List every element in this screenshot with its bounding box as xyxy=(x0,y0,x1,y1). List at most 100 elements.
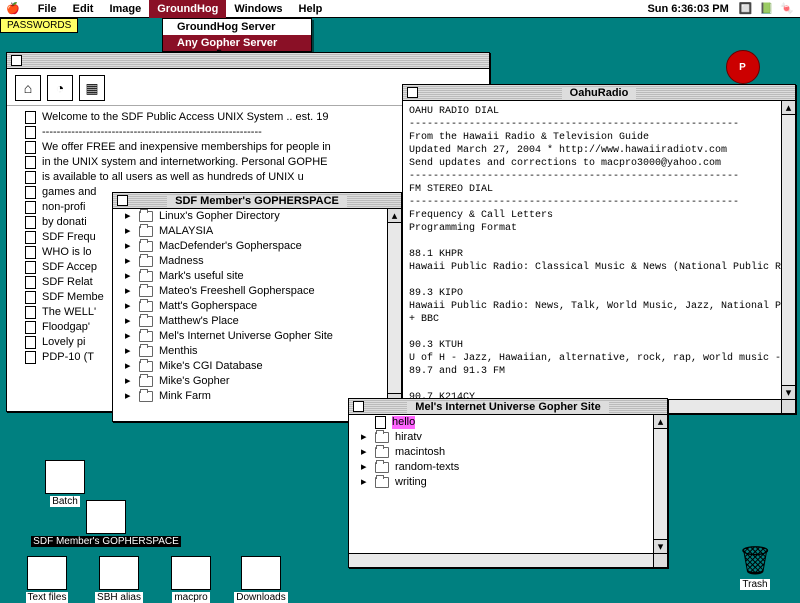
scroll-up-icon[interactable]: ▴ xyxy=(782,101,795,115)
disclosure-triangle-icon[interactable]: ▸ xyxy=(125,240,133,253)
window-oahu-radio[interactable]: OahuRadio OAHU RADIO DIAL --------------… xyxy=(402,84,796,414)
titlebar[interactable]: SDF Member's GOPHERSPACE xyxy=(113,193,401,209)
disclosure-triangle-icon[interactable]: ▸ xyxy=(361,431,369,444)
list-item-label: Mike's CGI Database xyxy=(159,360,263,373)
disclosure-triangle-icon[interactable]: ▸ xyxy=(125,330,133,343)
scroll-up-icon[interactable]: ▴ xyxy=(388,209,401,223)
scroll-up-icon[interactable]: ▴ xyxy=(654,415,667,429)
folder-icon xyxy=(139,316,153,327)
window-mels-gopher[interactable]: Mel's Internet Universe Gopher Site hell… xyxy=(348,398,668,568)
desktop-icon[interactable]: Text files xyxy=(12,556,82,603)
scrollbar-vertical[interactable]: ▴ ▾ xyxy=(387,209,401,407)
disclosure-triangle-icon[interactable]: ▸ xyxy=(125,345,133,358)
tray-icon[interactable]: 📗 xyxy=(760,3,774,15)
list-item[interactable]: ▸hiratv xyxy=(349,430,667,445)
scrollbar-vertical[interactable]: ▴ ▾ xyxy=(653,415,667,553)
menu-groundhog[interactable]: GroundHog xyxy=(149,0,226,18)
toolbar-button[interactable]: ⌂ xyxy=(15,75,41,101)
toolbar-button[interactable]: ▦ xyxy=(79,75,105,101)
list-item[interactable]: ▸MALAYSIA xyxy=(113,224,401,239)
list-item[interactable]: ▸ Mike's Gopher xyxy=(113,374,401,389)
list-item[interactable]: ▸Mark's useful site xyxy=(113,269,401,284)
desktop-icon[interactable]: macpro xyxy=(156,556,226,603)
desktop-icon-image xyxy=(99,556,139,590)
titlebar[interactable]: Mel's Internet Universe Gopher Site xyxy=(349,399,667,415)
menu-image[interactable]: Image xyxy=(101,0,149,18)
document-icon xyxy=(25,141,36,154)
toolbar-button[interactable]: ◔ xyxy=(47,75,73,101)
passwords-strip[interactable]: PASSWORDS xyxy=(0,18,78,33)
close-button[interactable] xyxy=(11,55,22,66)
trash-icon[interactable]: 🗑 Trash xyxy=(720,544,790,590)
tray-icon[interactable]: 🔲 xyxy=(739,3,753,15)
list-item[interactable]: ▸Menthis xyxy=(113,344,401,359)
disclosure-triangle-icon[interactable]: ▸ xyxy=(361,476,369,489)
list-item[interactable]: ▸Madness xyxy=(113,254,401,269)
scrollbar-vertical[interactable]: ▴ ▾ xyxy=(781,101,795,399)
menu-help[interactable]: Help xyxy=(291,0,331,18)
disclosure-triangle-icon[interactable]: ▸ xyxy=(125,390,133,403)
list-item[interactable]: ▸ macintosh xyxy=(349,445,667,460)
disclosure-triangle-icon[interactable]: ▸ xyxy=(125,210,133,223)
list-item-label: SDF Relat xyxy=(42,276,93,289)
list-item-label: Mike's Gopher xyxy=(159,375,230,388)
menu-bar: 🍎 File Edit Image GroundHog Windows Help… xyxy=(0,0,800,18)
dropdown-item-groundhog-server[interactable]: GroundHog Server xyxy=(163,19,311,35)
document-icon xyxy=(25,306,36,319)
window-gopherspace[interactable]: SDF Member's GOPHERSPACE ▸Linux's Gopher… xyxy=(112,192,402,422)
close-button[interactable] xyxy=(407,87,418,98)
disclosure-triangle-icon[interactable]: ▸ xyxy=(361,461,369,474)
apple-menu-icon[interactable]: 🍎 xyxy=(6,2,20,15)
close-button[interactable] xyxy=(353,401,364,412)
dropdown-item-any-gopher-server[interactable]: Any Gopher Server xyxy=(163,35,311,51)
list-item[interactable]: ▸Matthew's Place xyxy=(113,314,401,329)
list-item[interactable]: ▸MacDefender's Gopherspace xyxy=(113,239,401,254)
document-icon xyxy=(25,216,36,229)
disclosure-triangle-icon[interactable]: ▸ xyxy=(361,446,369,459)
folder-icon xyxy=(375,432,389,443)
list-item[interactable]: ▸Matt's Gopherspace xyxy=(113,299,401,314)
desktop-icon[interactable]: SDF Member's GOPHERSPACE xyxy=(6,500,206,547)
list-item[interactable]: ▸Mel's Internet Universe Gopher Site xyxy=(113,329,401,344)
resize-handle[interactable] xyxy=(653,553,667,567)
list-item[interactable]: ▸ Mateo's Freeshell Gopherspace xyxy=(113,284,401,299)
list-item[interactable]: ▸Linux's Gopher Directory xyxy=(113,209,401,224)
tray-icon[interactable]: 🍬 xyxy=(780,3,794,15)
list-item[interactable]: ▸ writing xyxy=(349,475,667,490)
scroll-down-icon[interactable]: ▾ xyxy=(654,539,667,553)
disclosure-triangle-icon[interactable]: ▸ xyxy=(125,255,133,268)
disclosure-triangle-icon[interactable]: ▸ xyxy=(125,315,133,328)
disclosure-triangle-icon[interactable]: ▸ xyxy=(125,225,133,238)
window-content: OAHU RADIO DIAL ------------------------… xyxy=(403,101,795,421)
desktop-icon[interactable]: Downloads xyxy=(226,556,296,603)
document-icon xyxy=(25,201,36,214)
scrollbar-horizontal[interactable] xyxy=(349,553,653,567)
disclosure-triangle-icon[interactable]: ▸ xyxy=(125,375,133,388)
disclosure-triangle-icon[interactable]: ▸ xyxy=(125,285,133,298)
trash-glyph: 🗑 xyxy=(720,544,790,577)
list-item-label: writing xyxy=(395,476,427,489)
menu-tray[interactable]: 🔲 📗 🍬 xyxy=(735,2,794,15)
menu-file[interactable]: File xyxy=(30,0,65,18)
scroll-down-icon[interactable]: ▾ xyxy=(782,385,795,399)
desktop-icon-label: SDF Member's GOPHERSPACE xyxy=(31,536,181,547)
desktop-icon[interactable]: SBH alias xyxy=(84,556,154,603)
menu-clock[interactable]: Sun 6:36:03 PM xyxy=(641,3,734,15)
menu-edit[interactable]: Edit xyxy=(65,0,102,18)
disclosure-triangle-icon[interactable]: ▸ xyxy=(125,360,133,373)
resize-handle[interactable] xyxy=(781,399,795,413)
titlebar[interactable]: OahuRadio xyxy=(403,85,795,101)
list-item-label: macintosh xyxy=(395,446,445,459)
list-item[interactable]: ▸ Mike's CGI Database xyxy=(113,359,401,374)
titlebar[interactable] xyxy=(7,53,489,69)
list-item-label: Welcome to the SDF Public Access UNIX Sy… xyxy=(42,111,329,124)
list-item-label: Mateo's Freeshell Gopherspace xyxy=(159,285,315,298)
menu-windows[interactable]: Windows xyxy=(226,0,290,18)
list-item-label: WHO is lo xyxy=(42,246,92,259)
close-button[interactable] xyxy=(117,195,128,206)
list-item[interactable]: hello xyxy=(349,415,667,430)
disclosure-triangle-icon[interactable]: ▸ xyxy=(125,300,133,313)
disclosure-triangle-icon[interactable]: ▸ xyxy=(125,270,133,283)
list-item[interactable]: ▸random-texts xyxy=(349,460,667,475)
document-icon xyxy=(375,416,386,429)
